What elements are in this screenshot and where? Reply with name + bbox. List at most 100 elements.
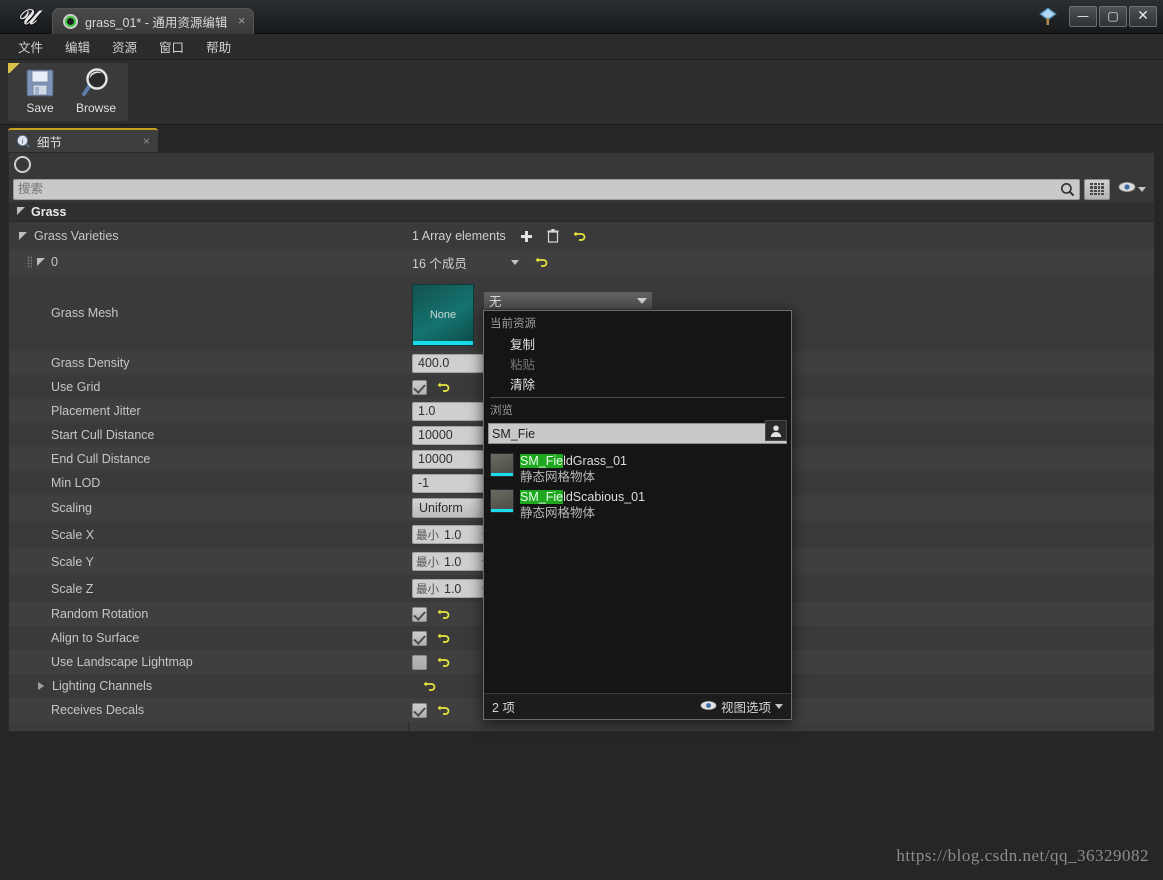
property-row-array-index-0[interactable]: 0 16 个成员 (9, 249, 1154, 275)
chevron-collapsed-icon[interactable] (37, 681, 46, 691)
save-button-label: Save (26, 101, 54, 115)
asset-name: SM_FieldScabious_01 (520, 489, 645, 505)
end-cull-distance-input[interactable]: 10000 (412, 449, 492, 469)
property-label: Receives Decals (51, 703, 145, 717)
picker-search-input[interactable]: SM_Fie (492, 427, 766, 441)
scale-x-prefix: 最小 (416, 529, 439, 542)
menu-file[interactable]: 文件 (8, 34, 53, 59)
search-match-highlight: SM_Fie (520, 490, 564, 504)
use-grid-checkbox[interactable] (412, 379, 427, 395)
property-label: Scale Y (51, 554, 94, 569)
grass-mesh-thumbnail[interactable]: None (412, 284, 474, 346)
receives-decals-checkbox[interactable] (412, 702, 427, 718)
asset-combo-value: 无 (489, 295, 502, 309)
search-input-wrapper[interactable] (13, 178, 1080, 200)
scale-z-input[interactable]: 最小 1.0 (412, 579, 492, 598)
chevron-down-icon[interactable] (510, 259, 519, 265)
window-controls: — ▢ ✕ (1035, 3, 1157, 29)
property-label: Use Grid (51, 380, 101, 394)
details-panel-tab-close-icon[interactable]: × (143, 134, 150, 148)
watermark: https://blog.csdn.net/qq_36329082 (896, 846, 1149, 865)
document-tab-close-icon[interactable]: × (238, 14, 246, 28)
unreal-asset-editor-window: 𝒰 grass_01* - 通用资源编辑 × — ▢ ✕ 文件 编辑 资源 窗口… (0, 0, 1163, 880)
property-label: Min LOD (51, 476, 101, 490)
property-label: 0 (51, 255, 58, 269)
chevron-expanded-icon[interactable] (19, 231, 28, 241)
minimize-button[interactable]: — (1069, 5, 1097, 27)
title-bar: 𝒰 grass_01* - 通用资源编辑 × — ▢ ✕ (0, 0, 1163, 34)
reset-arrow-icon[interactable] (437, 381, 450, 394)
property-label: End Cull Distance (51, 452, 151, 466)
scale-z-prefix: 最小 (416, 583, 439, 596)
list-item[interactable]: SM_FieldScabious_01 静态网格物体 (484, 487, 791, 523)
picker-search-wrapper[interactable]: SM_Fie (488, 423, 787, 444)
menu-window[interactable]: 窗口 (149, 34, 194, 59)
list-item[interactable]: SM_FieldGrass_01 静态网格物体 (484, 451, 791, 487)
asset-name-rest: ldGrass_01 (563, 454, 628, 468)
person-filter-icon[interactable] (765, 420, 787, 441)
close-button[interactable]: ✕ (1129, 5, 1157, 27)
property-label: Scale X (51, 527, 95, 542)
property-row-grass-varieties[interactable]: Grass Varieties 1 Array elements (9, 223, 1154, 249)
reset-arrow-icon[interactable] (437, 608, 450, 621)
picker-section-current-asset: 当前资源 (490, 318, 536, 330)
search-input[interactable] (18, 182, 1075, 196)
property-label: Grass Mesh (51, 306, 119, 320)
scale-y-input[interactable]: 最小 1.0 (412, 552, 492, 571)
picker-item-copy[interactable]: 复制 (484, 333, 791, 353)
browse-button[interactable]: Browse (68, 66, 124, 120)
scaling-combo[interactable]: Uniform (412, 498, 492, 518)
grass-mesh-asset-combo[interactable]: 无 (483, 291, 653, 310)
min-lod-input[interactable]: -1 (412, 473, 492, 493)
maximize-button[interactable]: ▢ (1099, 5, 1127, 27)
details-panel-topbar (9, 153, 1154, 176)
main-toolbar: Save Browse (0, 60, 1163, 125)
members-count-label: 16 个成员 (412, 256, 467, 271)
menu-help[interactable]: 帮助 (196, 34, 241, 59)
reset-arrow-icon[interactable] (535, 256, 548, 269)
picker-item-clear[interactable]: 清除 (484, 373, 791, 393)
details-search-row (9, 176, 1154, 202)
trash-icon[interactable] (547, 229, 559, 243)
placement-jitter-input[interactable]: 1.0 (412, 401, 492, 421)
reset-arrow-icon[interactable] (437, 632, 450, 645)
menu-asset[interactable]: 资源 (102, 34, 147, 59)
property-label: Lighting Channels (52, 679, 153, 693)
start-cull-distance-input[interactable]: 10000 (412, 425, 492, 445)
drag-handle-icon[interactable] (27, 256, 32, 268)
property-label: Start Cull Distance (51, 428, 155, 442)
document-tab-label: grass_01* - 通用资源编辑 (85, 16, 228, 30)
scale-z-value: 1.0 (444, 581, 462, 596)
grid-view-icon[interactable] (1084, 178, 1110, 200)
document-tab[interactable]: grass_01* - 通用资源编辑 × (52, 8, 255, 34)
view-options-button[interactable]: 视图选项 (700, 697, 783, 716)
picker-item-count: 2 项 (492, 701, 515, 715)
reset-arrow-icon[interactable] (437, 656, 450, 669)
chevron-expanded-icon[interactable] (37, 257, 46, 267)
property-label: Scaling (51, 501, 92, 515)
property-label: Grass Density (51, 356, 130, 370)
use-landscape-lightmap-checkbox[interactable] (412, 654, 427, 670)
chevron-down-icon (637, 297, 647, 304)
plus-icon[interactable] (520, 230, 533, 243)
scale-x-input[interactable]: 最小 1.0 (412, 525, 492, 544)
save-button[interactable]: Save (12, 66, 68, 120)
visibility-options-button[interactable] (1114, 180, 1150, 198)
property-label: Placement Jitter (51, 404, 141, 418)
picker-results-list: SM_FieldGrass_01 静态网格物体 SM_FieldScabious… (484, 451, 791, 691)
reset-arrow-icon[interactable] (437, 704, 450, 717)
reset-arrow-icon[interactable] (573, 230, 586, 243)
chevron-expanded-icon (17, 207, 26, 216)
align-to-surface-checkbox[interactable] (412, 630, 427, 646)
source-control-icon[interactable] (1035, 3, 1061, 29)
lock-circle-icon[interactable] (14, 156, 31, 173)
property-label: Align to Surface (51, 631, 140, 645)
random-rotation-checkbox[interactable] (412, 606, 427, 622)
details-panel-tab[interactable]: i 细节 × (8, 128, 158, 152)
category-header-grass[interactable]: Grass (9, 202, 1154, 222)
menu-edit[interactable]: 编辑 (55, 34, 100, 59)
reset-arrow-icon[interactable] (423, 680, 436, 693)
asset-tab-icon (63, 14, 78, 29)
grass-density-input[interactable]: 400.0 (412, 353, 492, 373)
thumbnail-label: None (429, 309, 457, 321)
